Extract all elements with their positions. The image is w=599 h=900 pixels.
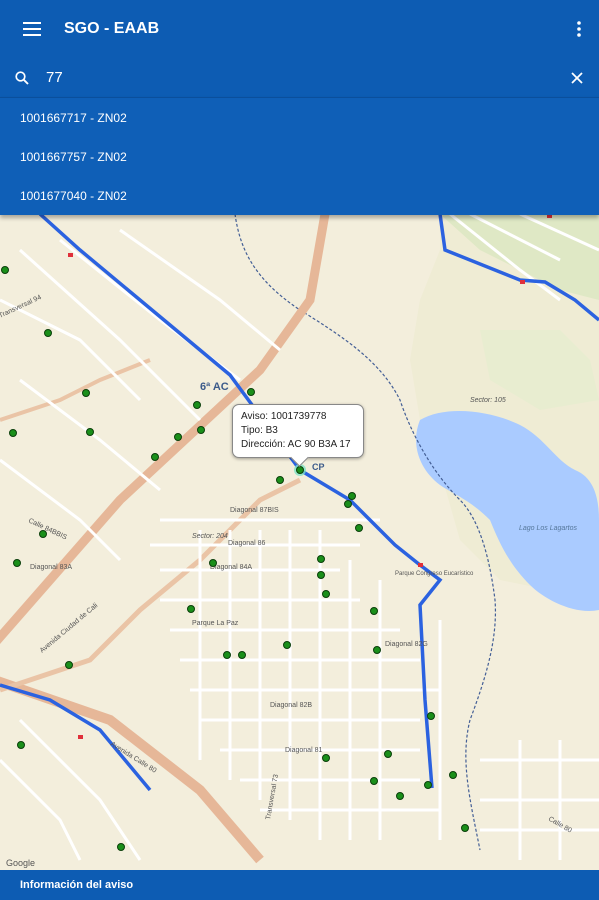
- app-title: SGO - EAAB: [64, 20, 160, 37]
- app-bar: SGO - EAAB: [0, 0, 599, 58]
- search-bar: [0, 58, 599, 97]
- suggestions-list: 1001667717 - ZN02 1001667757 - ZN02 1001…: [0, 97, 599, 215]
- popup-aviso: Aviso: 1001739778: [241, 411, 327, 422]
- map-view[interactable]: Lago Los Lagartos Sector: 105 Sector: 20…: [0, 214, 599, 870]
- sector-105-label: Sector: 105: [470, 397, 506, 404]
- route-ac-label: 6ª AC: [200, 381, 229, 393]
- popup-direccion: Dirección: AC 90 B3A 17: [241, 439, 351, 450]
- search-input[interactable]: [44, 68, 555, 87]
- map-street-label: Diagonal 87BIS: [230, 507, 279, 514]
- suggestion-item[interactable]: 1001667757 - ZN02: [0, 137, 599, 176]
- lake-label: Lago Los Lagartos: [519, 525, 577, 532]
- map-street-label: Diagonal 82B: [270, 702, 312, 709]
- map-street-label: Parque La Paz: [192, 620, 239, 627]
- close-icon[interactable]: [555, 71, 599, 84]
- map-street-label: Diagonal 82G: [385, 641, 428, 648]
- sector-204-label: Sector: 204: [192, 533, 228, 540]
- bottom-sheet-header[interactable]: Información del aviso: [0, 870, 599, 900]
- suggestion-item[interactable]: 1001677040 - ZN02: [0, 176, 599, 215]
- popup-tipo: Tipo: B3: [241, 425, 278, 436]
- map-street-label: Diagonal 83A: [30, 564, 72, 571]
- more-vert-icon[interactable]: [559, 0, 599, 58]
- map-street-label: Diagonal 81: [285, 747, 322, 754]
- map-street-label: Diagonal 86: [228, 540, 265, 547]
- menu-icon[interactable]: [0, 0, 64, 58]
- route-cp-label: CP: [312, 462, 325, 472]
- map-canvas: Lago Los Lagartos Sector: 105 Sector: 20…: [0, 214, 599, 870]
- bottom-sheet-title: Información del aviso: [20, 879, 134, 891]
- suggestion-item[interactable]: 1001667717 - ZN02: [0, 98, 599, 137]
- google-logo: Google: [6, 858, 36, 868]
- aviso-popup[interactable]: Aviso: 1001739778 Tipo: B3 Dirección: AC…: [232, 404, 364, 467]
- map-street-label: Parque Congreso Eucarístico: [395, 571, 474, 577]
- search-icon: [0, 70, 44, 85]
